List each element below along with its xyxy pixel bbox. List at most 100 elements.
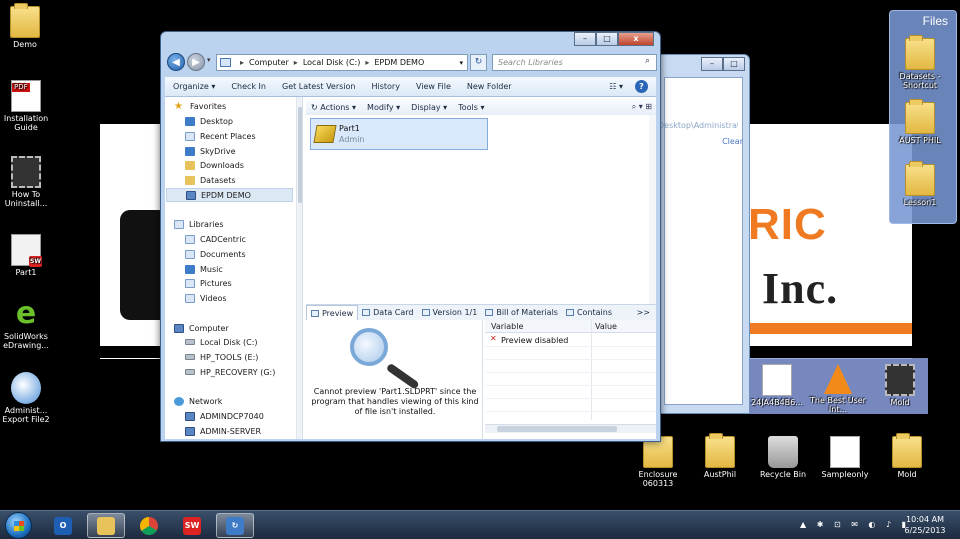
file-list-scrollbar[interactable] xyxy=(649,115,656,335)
nav-label: Documents xyxy=(200,249,246,259)
files-item-lesson1[interactable]: Lesson1 xyxy=(890,161,950,207)
taskbar-chrome[interactable] xyxy=(130,513,168,538)
recent-pages-dropdown[interactable]: ▾ xyxy=(207,56,211,64)
breadcrumb-separator[interactable]: ▸ xyxy=(365,58,369,67)
nav-label: Downloads xyxy=(200,160,244,170)
desktop-icon-enclosure[interactable]: Enclosure 060313 xyxy=(628,433,688,488)
column-header-variable[interactable]: Variable xyxy=(491,322,523,331)
organize-button[interactable]: Organize ▾ xyxy=(165,82,223,91)
files-item-aust-phil[interactable]: AUST PHIL xyxy=(890,99,950,145)
magnifier-handle xyxy=(385,362,420,390)
nav-favorites[interactable]: ★ Favorites xyxy=(174,99,226,113)
forward-button[interactable]: ▶ xyxy=(187,53,205,71)
nav-item-cadcentric[interactable]: CADCentric xyxy=(185,232,246,246)
nav-item-hp-recovery[interactable]: HP_RECOVERY (G:) xyxy=(185,365,275,379)
shelf-item-mold-video[interactable]: Mold xyxy=(870,364,930,407)
minimize-button[interactable]: – xyxy=(574,32,596,46)
taskbar-explorer[interactable] xyxy=(87,513,125,538)
variable-grid-header: Variable Value xyxy=(485,320,656,333)
nav-item-documents[interactable]: Documents xyxy=(185,247,246,261)
clock[interactable]: 10:04 AM 6/25/2013 xyxy=(900,514,950,536)
history-button[interactable]: History xyxy=(363,82,407,91)
pdm-vault-icon xyxy=(186,190,196,200)
nav-item-local-disk[interactable]: Local Disk (C:) xyxy=(185,335,258,349)
breadcrumb-separator[interactable]: ▸ xyxy=(294,58,298,67)
minimize-button[interactable]: – xyxy=(701,57,723,71)
search-icon[interactable]: ⌕ xyxy=(645,56,653,66)
nav-item-videos[interactable]: Videos xyxy=(185,291,227,305)
taskbar-pdm[interactable]: ↻ xyxy=(216,513,254,538)
shelf-item-file[interactable]: 24JA4B4B6... xyxy=(747,364,807,407)
close-button[interactable]: x xyxy=(618,32,654,46)
desktop-icon-label: Demo xyxy=(13,40,37,49)
nav-item-admin-server[interactable]: ADMIN-SERVER xyxy=(185,424,261,438)
desktop-icon-recycle-bin[interactable]: Recycle Bin xyxy=(753,436,813,479)
desktop-icon-installation-guide[interactable]: Installation Guide xyxy=(0,80,56,132)
tab-version[interactable]: Version 1/1 xyxy=(418,305,482,320)
desktop-icon-demo[interactable]: Demo xyxy=(0,3,55,49)
back-button[interactable]: ◀ xyxy=(167,53,185,71)
desktop-icon-how-to-uninstall[interactable]: How To Uninstall... xyxy=(0,156,56,208)
nav-item-pictures[interactable]: Pictures xyxy=(185,276,232,290)
taskbar-outlook[interactable]: O xyxy=(44,513,82,538)
check-in-button[interactable]: Check In xyxy=(223,82,274,91)
desktop-icon-sampleonly[interactable]: Sampleonly xyxy=(815,436,875,479)
nav-network[interactable]: Network xyxy=(174,394,222,408)
files-item-datasets-shortcut[interactable]: Datasets - Shortcut xyxy=(890,35,950,90)
new-folder-button[interactable]: New Folder xyxy=(459,82,520,91)
pdm-search-icon[interactable]: ⌕ ▾ ⊞ xyxy=(632,102,652,112)
desktop-icon-part1[interactable]: Part1 xyxy=(0,234,56,277)
nav-item-downloads[interactable]: Downloads xyxy=(185,158,244,172)
scrollbar-thumb[interactable] xyxy=(497,426,617,432)
nav-item-desktop[interactable]: Desktop xyxy=(185,114,233,128)
maximize-button[interactable]: □ xyxy=(596,32,618,46)
tab-preview[interactable]: Preview xyxy=(306,305,359,320)
file-item-part1[interactable]: Part1 Admin xyxy=(310,118,488,150)
breadcrumb-epdm-demo[interactable]: EPDM DEMO xyxy=(374,58,424,67)
get-latest-version-button[interactable]: Get Latest Version xyxy=(274,82,363,91)
nav-item-admindcp7040[interactable]: ADMINDCP7040 xyxy=(185,409,264,423)
pdm-menu-display[interactable]: Display ▾ xyxy=(406,103,453,112)
tab-bill-of-materials[interactable]: Bill of Materials xyxy=(481,305,562,320)
tabs-overflow-button[interactable]: >> xyxy=(637,308,650,317)
desktop-icon-austphil[interactable]: AustPhil xyxy=(690,433,750,479)
horizontal-scrollbar[interactable] xyxy=(485,424,656,433)
refresh-button[interactable]: ↻ xyxy=(470,54,487,71)
nav-item-epdm-demo[interactable]: EPDM DEMO xyxy=(166,188,293,202)
nav-item-music[interactable]: Music xyxy=(185,262,223,276)
address-dropdown-icon[interactable]: ▾ xyxy=(459,59,463,67)
column-header-value[interactable]: Value xyxy=(595,322,617,331)
clock-date: 6/25/2013 xyxy=(904,526,946,535)
view-file-button[interactable]: View File xyxy=(408,82,459,91)
taskbar-solidworks[interactable]: SW xyxy=(173,513,211,538)
clear-link[interactable]: Clear xyxy=(722,137,743,146)
breadcrumb-local-disk[interactable]: Local Disk (C:) xyxy=(303,58,361,67)
system-tray[interactable]: ▲ ✱ ⊡ ✉ ◐ ♪ ▮ xyxy=(800,520,910,529)
nav-libraries[interactable]: Libraries xyxy=(174,217,224,231)
search-input[interactable]: Search Libraries xyxy=(492,54,657,71)
breadcrumb-computer[interactable]: Computer xyxy=(249,58,289,67)
desktop-icon-edrawings[interactable]: e SolidWorks eDrawing... xyxy=(0,298,56,351)
desktop-icon-mold[interactable]: Mold xyxy=(877,433,937,479)
help-icon[interactable]: ? xyxy=(635,80,648,93)
nav-label: Videos xyxy=(200,293,227,303)
tab-contains[interactable]: Contains xyxy=(562,305,616,320)
navigation-scrollbar[interactable] xyxy=(296,97,302,439)
nav-item-recent-places[interactable]: Recent Places xyxy=(185,129,256,143)
address-bar[interactable]: ▸ Computer ▸ Local Disk (C:) ▸ EPDM DEMO… xyxy=(216,54,468,71)
tab-data-card[interactable]: Data Card xyxy=(358,305,417,320)
view-options-icon[interactable]: ☷ ▾ xyxy=(609,82,623,91)
background-explorer-window[interactable]: – □ Desktop\Administrativ... Clear xyxy=(655,54,750,414)
start-button[interactable] xyxy=(5,512,32,539)
maximize-button[interactable]: □ xyxy=(723,57,745,71)
pdm-menu-modify[interactable]: Modify ▾ xyxy=(362,103,406,112)
nav-item-datasets[interactable]: Datasets xyxy=(185,173,236,187)
nav-item-hp-tools[interactable]: HP_TOOLS (E:) xyxy=(185,350,258,364)
scrollbar-thumb[interactable] xyxy=(298,107,302,203)
desktop-icon-admin-export[interactable]: Administ... Export File2 xyxy=(0,372,56,424)
nav-computer[interactable]: Computer xyxy=(174,321,229,335)
pdm-menu-tools[interactable]: Tools ▾ xyxy=(453,103,490,112)
pdm-menu-actions[interactable]: ↻ Actions ▾ xyxy=(306,103,362,112)
shelf-item-vlc[interactable]: The Best User Int... xyxy=(808,364,868,414)
nav-item-skydrive[interactable]: SkyDrive xyxy=(185,144,236,158)
